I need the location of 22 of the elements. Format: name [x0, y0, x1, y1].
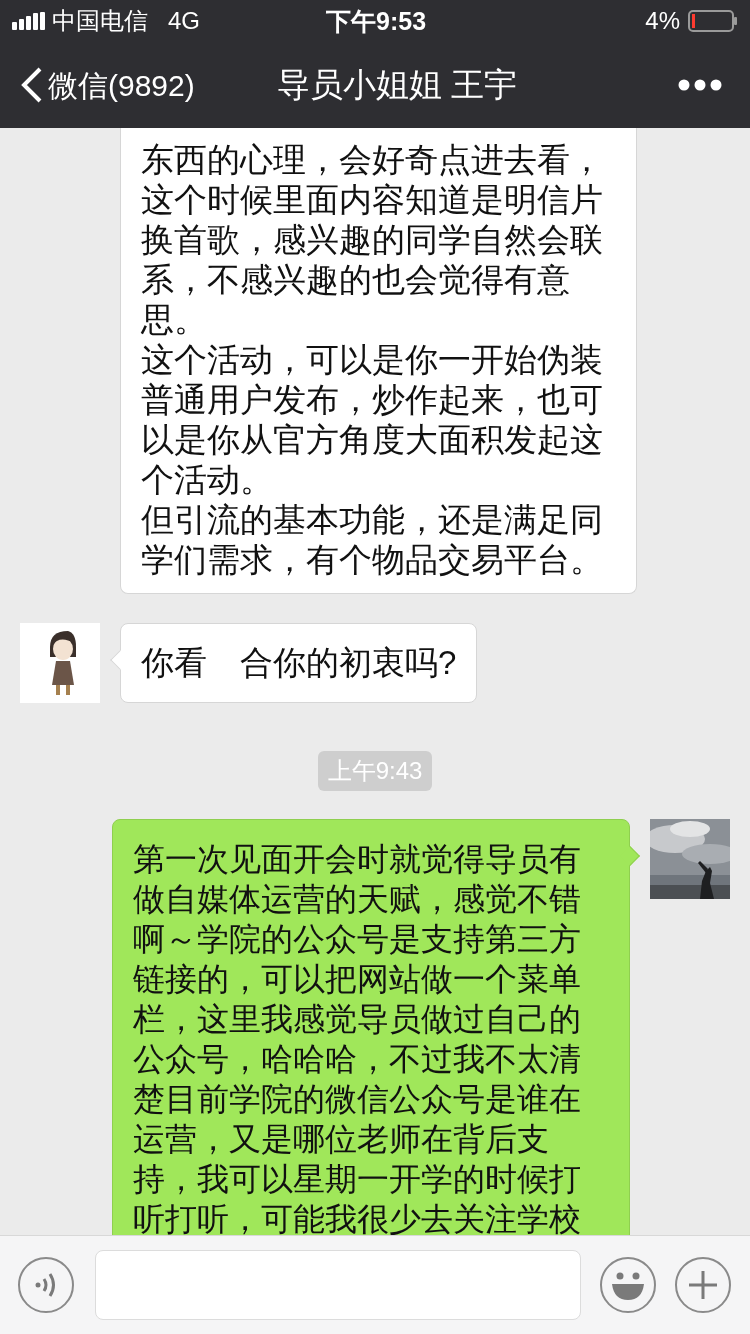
- more-icon[interactable]: [678, 79, 722, 91]
- add-button[interactable]: [675, 1257, 731, 1313]
- message-bubble: 第一次见面开会时就觉得导员有做自媒体运营的天赋，感觉不错啊～学院的公众号是支持第三方链接的，可以把网站做一个菜单栏，这里我感觉导员做过自己的公众号，哈哈哈，不过我不太清楚目前学院的微信公众号是谁在运营，又是哪位老师在背后支持，我可以星期一开学的时候打听打听，可能我很少去关注学校: [112, 819, 630, 1235]
- voice-button[interactable]: [18, 1257, 74, 1313]
- girl-figure-drawing: [50, 631, 76, 695]
- battery-percent: 4%: [645, 6, 680, 36]
- chat-title: 导员小姐姐 王宇: [277, 65, 518, 106]
- message-input[interactable]: [95, 1250, 581, 1320]
- back-button[interactable]: 微信(9892): [20, 62, 195, 108]
- message-bubble: 你看 合你的初衷吗?: [120, 623, 478, 703]
- message-bubble: 东西的心理，会好奇点进去看，这个时候里面内容知道是明信片换首歌，感兴趣的同学自然会联系，不感兴趣的也会觉得有意思。 这个活动，可以是你一开始伪装普通用户发布，炒作起来，也可以是你从官方角度大面积发起这个活动。 但引流的基本功能，还是满足同学们需求，有个物品交易平台。: [120, 128, 637, 594]
- avatar[interactable]: [20, 623, 100, 703]
- network-type: 4G: [168, 6, 200, 36]
- back-chevron-icon: [20, 67, 44, 103]
- carrier-name: 中国电信: [52, 6, 148, 36]
- voice-icon: [35, 1271, 57, 1299]
- emoji-button[interactable]: [600, 1257, 656, 1313]
- clock: 下午9:53: [326, 6, 427, 37]
- battery-icon: [688, 10, 738, 32]
- plus-icon: [688, 1270, 718, 1300]
- smiley-icon: [610, 1270, 646, 1300]
- signal-icon: [12, 12, 46, 30]
